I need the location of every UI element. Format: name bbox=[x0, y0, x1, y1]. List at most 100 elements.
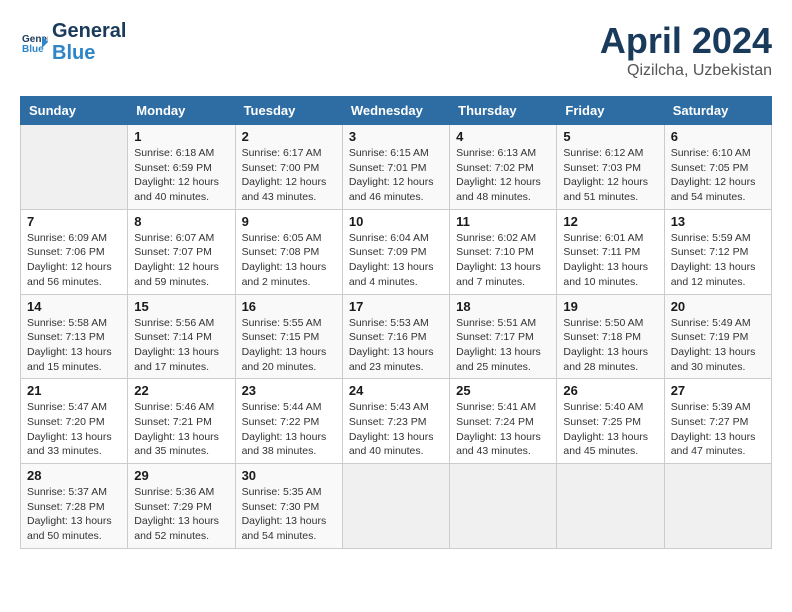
calendar-cell bbox=[664, 464, 771, 549]
day-info: Sunrise: 6:13 AM Sunset: 7:02 PM Dayligh… bbox=[456, 146, 550, 205]
calendar-cell: 2 Sunrise: 6:17 AM Sunset: 7:00 PM Daylig… bbox=[235, 125, 342, 210]
svg-text:Blue: Blue bbox=[22, 44, 44, 55]
day-number: 15 bbox=[134, 299, 228, 314]
day-number: 19 bbox=[563, 299, 657, 314]
day-info: Sunrise: 6:02 AM Sunset: 7:10 PM Dayligh… bbox=[456, 231, 550, 290]
day-number: 10 bbox=[349, 214, 443, 229]
day-number: 30 bbox=[242, 468, 336, 483]
calendar-table: SundayMondayTuesdayWednesdayThursdayFrid… bbox=[20, 96, 772, 549]
calendar-cell: 10Sunrise: 6:04 AM Sunset: 7:09 PM Dayli… bbox=[342, 209, 449, 294]
weekday-header-friday: Friday bbox=[557, 97, 664, 125]
day-number: 13 bbox=[671, 214, 765, 229]
calendar-cell: 30 Sunrise: 5:35 AM Sunset: 7:30 PM Dayli… bbox=[235, 464, 342, 549]
weekday-header-saturday: Saturday bbox=[664, 97, 771, 125]
logo: General Blue General Blue bbox=[20, 20, 126, 64]
calendar-cell: 28 Sunrise: 5:37 AM Sunset: 7:28 PM Dayli… bbox=[21, 464, 128, 549]
day-info: Sunrise: 5:40 AM Sunset: 7:25 PM Dayligh… bbox=[563, 400, 657, 459]
day-number: 2 bbox=[242, 129, 336, 144]
calendar-cell: 25Sunrise: 5:41 AM Sunset: 7:24 PM Dayli… bbox=[450, 379, 557, 464]
day-number: 18 bbox=[456, 299, 550, 314]
calendar-cell: 23Sunrise: 5:44 AM Sunset: 7:22 PM Dayli… bbox=[235, 379, 342, 464]
weekday-header-tuesday: Tuesday bbox=[235, 97, 342, 125]
calendar-cell: 17 Sunrise: 5:53 AM Sunset: 7:16 PM Dayli… bbox=[342, 294, 449, 379]
calendar-subtitle: Qizilcha, Uzbekistan bbox=[600, 62, 772, 80]
calendar-cell: 14Sunrise: 5:58 AM Sunset: 7:13 PM Dayli… bbox=[21, 294, 128, 379]
day-number: 22 bbox=[134, 383, 228, 398]
day-number: 3 bbox=[349, 129, 443, 144]
week-row-2: 7 Sunrise: 6:09 AM Sunset: 7:06 PM Daylig… bbox=[21, 209, 772, 294]
calendar-cell: 15 Sunrise: 5:56 AM Sunset: 7:14 PM Dayli… bbox=[128, 294, 235, 379]
week-row-5: 28 Sunrise: 5:37 AM Sunset: 7:28 PM Dayli… bbox=[21, 464, 772, 549]
day-info: Sunrise: 6:09 AM Sunset: 7:06 PM Dayligh… bbox=[27, 231, 121, 290]
day-number: 28 bbox=[27, 468, 121, 483]
day-number: 29 bbox=[134, 468, 228, 483]
day-info: Sunrise: 6:10 AM Sunset: 7:05 PM Dayligh… bbox=[671, 146, 765, 205]
day-info: Sunrise: 5:35 AM Sunset: 7:30 PM Dayligh… bbox=[242, 485, 336, 544]
calendar-cell: 20 Sunrise: 5:49 AM Sunset: 7:19 PM Dayli… bbox=[664, 294, 771, 379]
week-row-1: 1 Sunrise: 6:18 AM Sunset: 6:59 PM Daylig… bbox=[21, 125, 772, 210]
calendar-cell: 26Sunrise: 5:40 AM Sunset: 7:25 PM Dayli… bbox=[557, 379, 664, 464]
calendar-cell bbox=[450, 464, 557, 549]
calendar-cell: 8 Sunrise: 6:07 AM Sunset: 7:07 PM Daylig… bbox=[128, 209, 235, 294]
day-info: Sunrise: 5:53 AM Sunset: 7:16 PM Dayligh… bbox=[349, 316, 443, 375]
calendar-cell bbox=[21, 125, 128, 210]
day-info: Sunrise: 5:58 AM Sunset: 7:13 PM Dayligh… bbox=[27, 316, 121, 375]
day-info: Sunrise: 5:59 AM Sunset: 7:12 PM Dayligh… bbox=[671, 231, 765, 290]
day-number: 4 bbox=[456, 129, 550, 144]
calendar-cell: 13 Sunrise: 5:59 AM Sunset: 7:12 PM Dayli… bbox=[664, 209, 771, 294]
day-info: Sunrise: 5:43 AM Sunset: 7:23 PM Dayligh… bbox=[349, 400, 443, 459]
calendar-cell: 19 Sunrise: 5:50 AM Sunset: 7:18 PM Dayli… bbox=[557, 294, 664, 379]
day-info: Sunrise: 5:50 AM Sunset: 7:18 PM Dayligh… bbox=[563, 316, 657, 375]
calendar-cell: 5Sunrise: 6:12 AM Sunset: 7:03 PM Daylig… bbox=[557, 125, 664, 210]
day-info: Sunrise: 6:15 AM Sunset: 7:01 PM Dayligh… bbox=[349, 146, 443, 205]
title-block: April 2024 Qizilcha, Uzbekistan bbox=[600, 20, 772, 80]
calendar-cell: 7 Sunrise: 6:09 AM Sunset: 7:06 PM Daylig… bbox=[21, 209, 128, 294]
calendar-cell: 1 Sunrise: 6:18 AM Sunset: 6:59 PM Daylig… bbox=[128, 125, 235, 210]
calendar-title: April 2024 bbox=[600, 20, 772, 62]
day-info: Sunrise: 6:07 AM Sunset: 7:07 PM Dayligh… bbox=[134, 231, 228, 290]
day-number: 17 bbox=[349, 299, 443, 314]
day-number: 7 bbox=[27, 214, 121, 229]
weekday-header-thursday: Thursday bbox=[450, 97, 557, 125]
calendar-cell: 21 Sunrise: 5:47 AM Sunset: 7:20 PM Dayli… bbox=[21, 379, 128, 464]
calendar-cell: 24 Sunrise: 5:43 AM Sunset: 7:23 PM Dayli… bbox=[342, 379, 449, 464]
calendar-cell: 12Sunrise: 6:01 AM Sunset: 7:11 PM Dayli… bbox=[557, 209, 664, 294]
day-number: 1 bbox=[134, 129, 228, 144]
day-info: Sunrise: 6:17 AM Sunset: 7:00 PM Dayligh… bbox=[242, 146, 336, 205]
day-number: 20 bbox=[671, 299, 765, 314]
calendar-cell: 11 Sunrise: 6:02 AM Sunset: 7:10 PM Dayli… bbox=[450, 209, 557, 294]
day-info: Sunrise: 5:37 AM Sunset: 7:28 PM Dayligh… bbox=[27, 485, 121, 544]
day-number: 27 bbox=[671, 383, 765, 398]
weekday-header-wednesday: Wednesday bbox=[342, 97, 449, 125]
calendar-cell bbox=[342, 464, 449, 549]
day-number: 9 bbox=[242, 214, 336, 229]
day-number: 11 bbox=[456, 214, 550, 229]
calendar-cell: 6 Sunrise: 6:10 AM Sunset: 7:05 PM Daylig… bbox=[664, 125, 771, 210]
day-info: Sunrise: 5:56 AM Sunset: 7:14 PM Dayligh… bbox=[134, 316, 228, 375]
calendar-cell: 4 Sunrise: 6:13 AM Sunset: 7:02 PM Daylig… bbox=[450, 125, 557, 210]
day-number: 21 bbox=[27, 383, 121, 398]
logo-text: General Blue bbox=[52, 20, 126, 64]
week-row-4: 21 Sunrise: 5:47 AM Sunset: 7:20 PM Dayli… bbox=[21, 379, 772, 464]
day-info: Sunrise: 5:39 AM Sunset: 7:27 PM Dayligh… bbox=[671, 400, 765, 459]
day-number: 8 bbox=[134, 214, 228, 229]
calendar-cell: 18 Sunrise: 5:51 AM Sunset: 7:17 PM Dayli… bbox=[450, 294, 557, 379]
day-number: 6 bbox=[671, 129, 765, 144]
day-number: 16 bbox=[242, 299, 336, 314]
day-info: Sunrise: 5:51 AM Sunset: 7:17 PM Dayligh… bbox=[456, 316, 550, 375]
calendar-cell: 16Sunrise: 5:55 AM Sunset: 7:15 PM Dayli… bbox=[235, 294, 342, 379]
weekday-header-monday: Monday bbox=[128, 97, 235, 125]
week-row-3: 14Sunrise: 5:58 AM Sunset: 7:13 PM Dayli… bbox=[21, 294, 772, 379]
day-info: Sunrise: 5:41 AM Sunset: 7:24 PM Dayligh… bbox=[456, 400, 550, 459]
page-header: General Blue General Blue April 2024 Qiz… bbox=[20, 20, 772, 80]
day-number: 12 bbox=[563, 214, 657, 229]
calendar-cell: 9Sunrise: 6:05 AM Sunset: 7:08 PM Daylig… bbox=[235, 209, 342, 294]
logo-icon: General Blue bbox=[20, 28, 48, 56]
day-info: Sunrise: 5:47 AM Sunset: 7:20 PM Dayligh… bbox=[27, 400, 121, 459]
weekday-header-sunday: Sunday bbox=[21, 97, 128, 125]
day-info: Sunrise: 6:18 AM Sunset: 6:59 PM Dayligh… bbox=[134, 146, 228, 205]
day-info: Sunrise: 5:46 AM Sunset: 7:21 PM Dayligh… bbox=[134, 400, 228, 459]
day-number: 24 bbox=[349, 383, 443, 398]
day-info: Sunrise: 5:49 AM Sunset: 7:19 PM Dayligh… bbox=[671, 316, 765, 375]
calendar-cell: 29Sunrise: 5:36 AM Sunset: 7:29 PM Dayli… bbox=[128, 464, 235, 549]
